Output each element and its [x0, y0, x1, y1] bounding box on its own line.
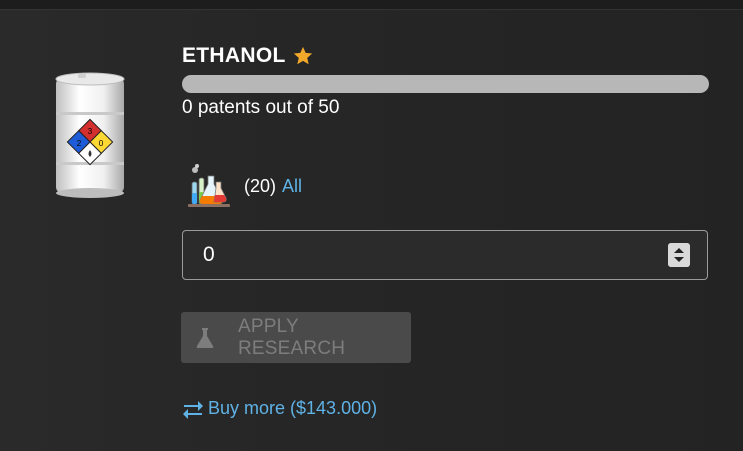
patents-count-text: 0 patents out of 50	[182, 97, 340, 118]
product-title-row: ETHANOL	[182, 44, 314, 68]
quantity-stepper-icon[interactable]	[668, 243, 690, 267]
quantity-value[interactable]: 0	[203, 243, 215, 267]
svg-text:0: 0	[99, 139, 104, 148]
buy-more-label[interactable]: Buy more ($143.000)	[208, 398, 377, 419]
research-row: (20) All	[186, 162, 302, 210]
swap-arrows-icon	[183, 400, 203, 419]
product-name: ETHANOL	[182, 44, 286, 67]
lab-flasks-icon	[188, 164, 230, 207]
svg-text:3: 3	[88, 127, 93, 136]
favorite-star-icon[interactable]	[292, 45, 314, 67]
quantity-input[interactable]: 0	[182, 230, 708, 280]
research-count: (20)	[244, 175, 277, 196]
ethanol-barrel-icon: 3 0 2	[55, 72, 125, 198]
all-research-link[interactable]: All	[282, 176, 302, 197]
apply-research-button[interactable]: APPLY RESEARCH	[181, 312, 411, 363]
patent-progress-bar	[182, 75, 709, 93]
flask-icon	[196, 327, 214, 348]
apply-research-label: APPLY RESEARCH	[237, 315, 346, 359]
top-bar	[0, 0, 743, 10]
buy-more-link[interactable]: Buy more ($143.000)	[182, 398, 377, 419]
svg-text:2: 2	[77, 139, 82, 148]
